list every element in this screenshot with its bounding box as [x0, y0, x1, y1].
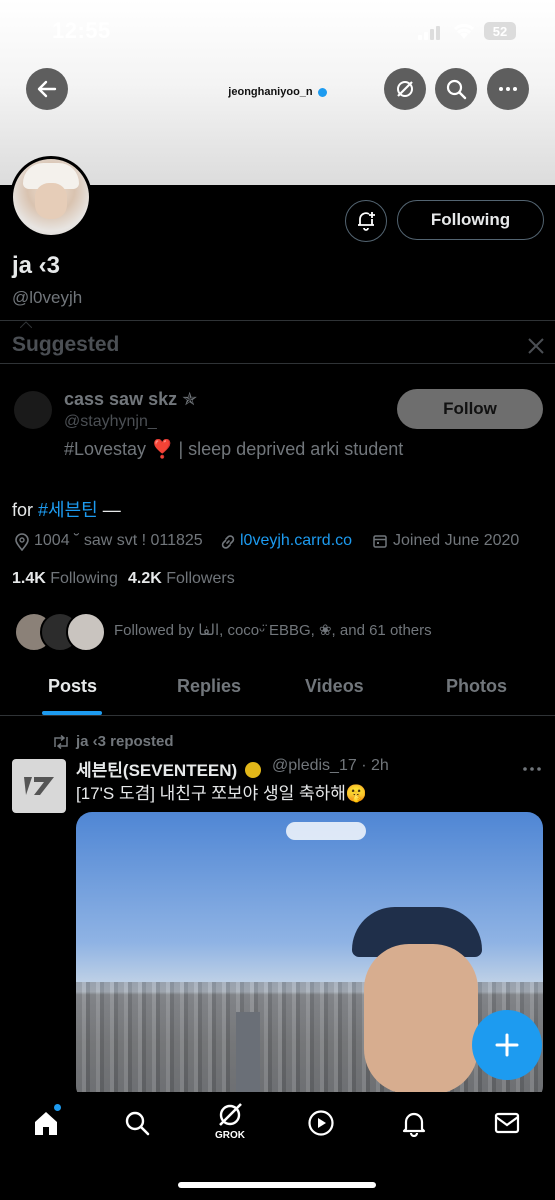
search-button[interactable] [435, 68, 477, 110]
grok-button[interactable] [384, 68, 426, 110]
followed-by-text[interactable]: Followed by الفا, cocoᵕ̈ EBBG, ❀, and 61… [114, 621, 432, 639]
search-icon [125, 1111, 150, 1136]
tab-photos[interactable]: Photos [446, 676, 507, 697]
grok-label: GROK [215, 1130, 245, 1141]
link-icon [220, 534, 236, 555]
post-author[interactable]: 세븐틴(SEVENTEEN) [76, 756, 261, 781]
post-text: [17'S 도겸] 내친구 쪼보야 생일 축하해🤫 [76, 784, 368, 803]
search-icon [446, 79, 467, 100]
video-tab[interactable] [306, 1108, 336, 1138]
grok-icon [219, 1103, 242, 1126]
followers-label: Followers [166, 570, 235, 587]
suggested-follow-button[interactable]: Follow [397, 389, 543, 429]
header-handle-text: jeonghaniyoo_n [228, 86, 313, 98]
compose-button[interactable] [472, 1010, 542, 1080]
followers-count-link[interactable]: 4.2K Followers [128, 570, 235, 588]
more-icon [499, 87, 517, 91]
tab-videos[interactable]: Videos [305, 676, 364, 697]
verified-icon [317, 87, 327, 97]
suggested-user-avatar[interactable] [14, 391, 52, 429]
notify-button[interactable] [345, 200, 387, 242]
battery-indicator: 52 [484, 22, 516, 40]
building-shape [236, 1012, 260, 1102]
notifications-tab[interactable] [399, 1108, 429, 1138]
tab-replies[interactable]: Replies [177, 676, 241, 697]
calendar-icon [372, 533, 388, 554]
home-icon [35, 1112, 57, 1135]
profile-name: ja ‹3 [12, 252, 61, 279]
follower-avatar[interactable] [66, 612, 106, 652]
following-button-label: Following [430, 210, 511, 229]
profile-username: @l0veyjh [12, 288, 83, 307]
wifi-icon [452, 22, 476, 45]
suggested-title: Suggested [12, 333, 120, 356]
messages-tab[interactable] [492, 1108, 522, 1138]
home-tab[interactable] [31, 1108, 61, 1138]
suggested-user-bio: #Lovestay ❣️ | sleep deprived arki stude… [64, 439, 404, 459]
close-suggested-button[interactable] [527, 337, 545, 360]
bio-text: for [12, 500, 39, 520]
close-icon [528, 338, 544, 354]
repost-icon [52, 734, 70, 754]
bio-text-end: — [97, 500, 121, 520]
home-notification-dot [54, 1104, 61, 1111]
post-author-name: 세븐틴(SEVENTEEN) [76, 761, 238, 780]
post-handle-time: @pledis_17 · 2h [272, 757, 389, 774]
post-media[interactable] [76, 812, 543, 1102]
following-button[interactable]: Following [397, 200, 544, 240]
grok-tab[interactable]: GROK [210, 1100, 250, 1148]
following-count: 1.4K [12, 570, 46, 587]
signal-icon [418, 26, 444, 45]
more-icon [523, 767, 541, 771]
location-icon [14, 533, 30, 556]
person-face [364, 944, 478, 1094]
post-more-button[interactable] [522, 760, 542, 778]
divider [0, 363, 555, 364]
followers-count: 4.2K [128, 570, 162, 587]
bell-icon [402, 1112, 426, 1137]
battery-level: 52 [492, 23, 508, 39]
bio-hashtag-link[interactable]: #세븐틴 [38, 500, 98, 520]
profile-joined: Joined June 2020 [393, 532, 520, 549]
play-circle-icon [308, 1110, 334, 1136]
profile-avatar[interactable] [10, 156, 92, 238]
more-button[interactable] [487, 68, 529, 110]
verified-gold-icon [244, 762, 261, 778]
suggest-caret-icon [19, 315, 33, 329]
following-count-link[interactable]: 1.4K Following [12, 570, 118, 588]
mail-icon [494, 1112, 520, 1134]
profile-location: 1004 ˘ saw svt ! 011825 [34, 532, 203, 549]
repost-label[interactable]: ja ‹3 reposted [76, 733, 174, 750]
profile-link[interactable]: l0veyjh.carrd.co [240, 532, 352, 550]
bell-plus-icon [358, 212, 375, 231]
post-author-avatar[interactable] [12, 759, 66, 813]
profile-bio: for #세븐틴 — [12, 496, 121, 522]
grok-icon [397, 81, 413, 97]
plus-icon [495, 1033, 519, 1057]
avatar-photo [13, 159, 89, 235]
suggested-user-name[interactable]: cass saw skz ✯ [64, 389, 197, 410]
search-tab[interactable] [122, 1108, 152, 1138]
divider [0, 320, 555, 321]
tabs-divider [0, 715, 555, 716]
tab-posts[interactable]: Posts [48, 676, 97, 697]
cloud-shape [286, 822, 366, 840]
following-label: Following [50, 570, 118, 587]
seventeen-logo-icon [24, 777, 54, 795]
follow-button-label: Follow [443, 399, 497, 418]
home-indicator [178, 1182, 376, 1188]
suggested-user-handle: @stayhynjn_ [64, 413, 157, 430]
status-time: 12:55 [52, 18, 111, 43]
